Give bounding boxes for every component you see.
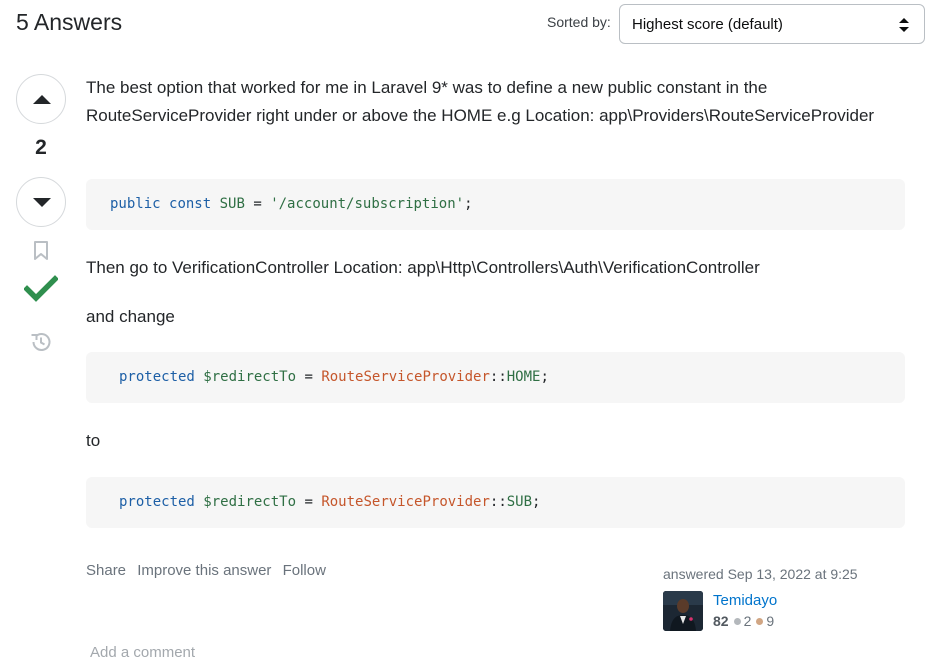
code-terminator: ; bbox=[540, 369, 549, 385]
answer-paragraph: and change bbox=[86, 307, 175, 326]
code-class: RouteServiceProvider bbox=[321, 369, 490, 385]
code-constant: SUB bbox=[506, 494, 533, 510]
code-keyword: protected bbox=[119, 494, 195, 510]
sort-label: Sorted by: bbox=[547, 14, 611, 30]
code-variable: $redirectTo bbox=[203, 494, 297, 510]
history-icon[interactable] bbox=[29, 330, 53, 354]
code-block: protected $redirectTo = RouteServiceProv… bbox=[86, 477, 905, 528]
code-operator: = bbox=[296, 494, 322, 510]
arrow-up-icon bbox=[33, 95, 51, 104]
upvote-button[interactable] bbox=[16, 74, 66, 124]
code-class: RouteServiceProvider bbox=[321, 494, 490, 510]
sort-arrows-icon bbox=[899, 18, 909, 32]
bronze-badge-icon bbox=[756, 618, 764, 626]
sort-select[interactable]: Highest score (default) bbox=[619, 4, 925, 44]
bronze-badge-count: 9 bbox=[766, 613, 775, 629]
answer-paragraph: Then go to VerificationController Locati… bbox=[86, 258, 760, 277]
code-constant: SUB bbox=[219, 196, 245, 212]
code-block: protected $redirectTo = RouteServiceProv… bbox=[86, 352, 905, 403]
code-keyword: const bbox=[169, 196, 212, 212]
answer-paragraph: to bbox=[86, 431, 101, 450]
accepted-check-icon bbox=[24, 275, 58, 302]
code-separator: :: bbox=[489, 494, 507, 510]
arrow-down-icon bbox=[33, 198, 51, 207]
improve-answer-link[interactable]: Improve this answer bbox=[137, 562, 271, 579]
answer-paragraph: The best option that worked for me in La… bbox=[86, 78, 875, 125]
code-block: public const SUB = '/account/subscriptio… bbox=[86, 179, 905, 230]
silver-badge-icon bbox=[733, 618, 741, 626]
user-name-link[interactable]: Temidayo bbox=[713, 592, 777, 609]
post-menu: Share Improve this answer Follow bbox=[86, 562, 333, 579]
avatar-image bbox=[663, 591, 703, 631]
code-terminator: ; bbox=[532, 494, 541, 510]
follow-link[interactable]: Follow bbox=[283, 562, 326, 579]
vote-count: 2 bbox=[35, 136, 47, 159]
code-operator: = bbox=[244, 196, 271, 212]
code-operator: = bbox=[296, 369, 322, 385]
code-constant: HOME bbox=[506, 369, 541, 385]
sort-selected-value: Highest score (default) bbox=[632, 16, 783, 33]
code-terminator: ; bbox=[464, 196, 473, 212]
answers-count: 5 Answers bbox=[16, 9, 123, 35]
bookmark-icon[interactable] bbox=[32, 240, 50, 262]
code-variable: $redirectTo bbox=[203, 369, 297, 385]
answers-header: 5 Answers Sorted by: Highest score (defa… bbox=[0, 0, 933, 52]
user-card: answered Sep 13, 2022 at 9:25 Temidayo 8… bbox=[663, 565, 908, 635]
add-comment-link[interactable]: Add a comment bbox=[90, 644, 195, 661]
user-stats: 82 2 9 bbox=[713, 613, 774, 629]
reputation-score: 82 bbox=[713, 613, 729, 629]
code-separator: :: bbox=[489, 369, 507, 385]
avatar[interactable] bbox=[663, 591, 703, 631]
answered-time: answered Sep 13, 2022 at 9:25 bbox=[663, 566, 858, 582]
code-keyword: public bbox=[110, 196, 161, 212]
share-link[interactable]: Share bbox=[86, 562, 126, 579]
code-string: '/account/subscription' bbox=[270, 196, 465, 212]
downvote-button[interactable] bbox=[16, 177, 66, 227]
silver-badge-count: 2 bbox=[743, 613, 752, 629]
code-keyword: protected bbox=[119, 369, 195, 385]
